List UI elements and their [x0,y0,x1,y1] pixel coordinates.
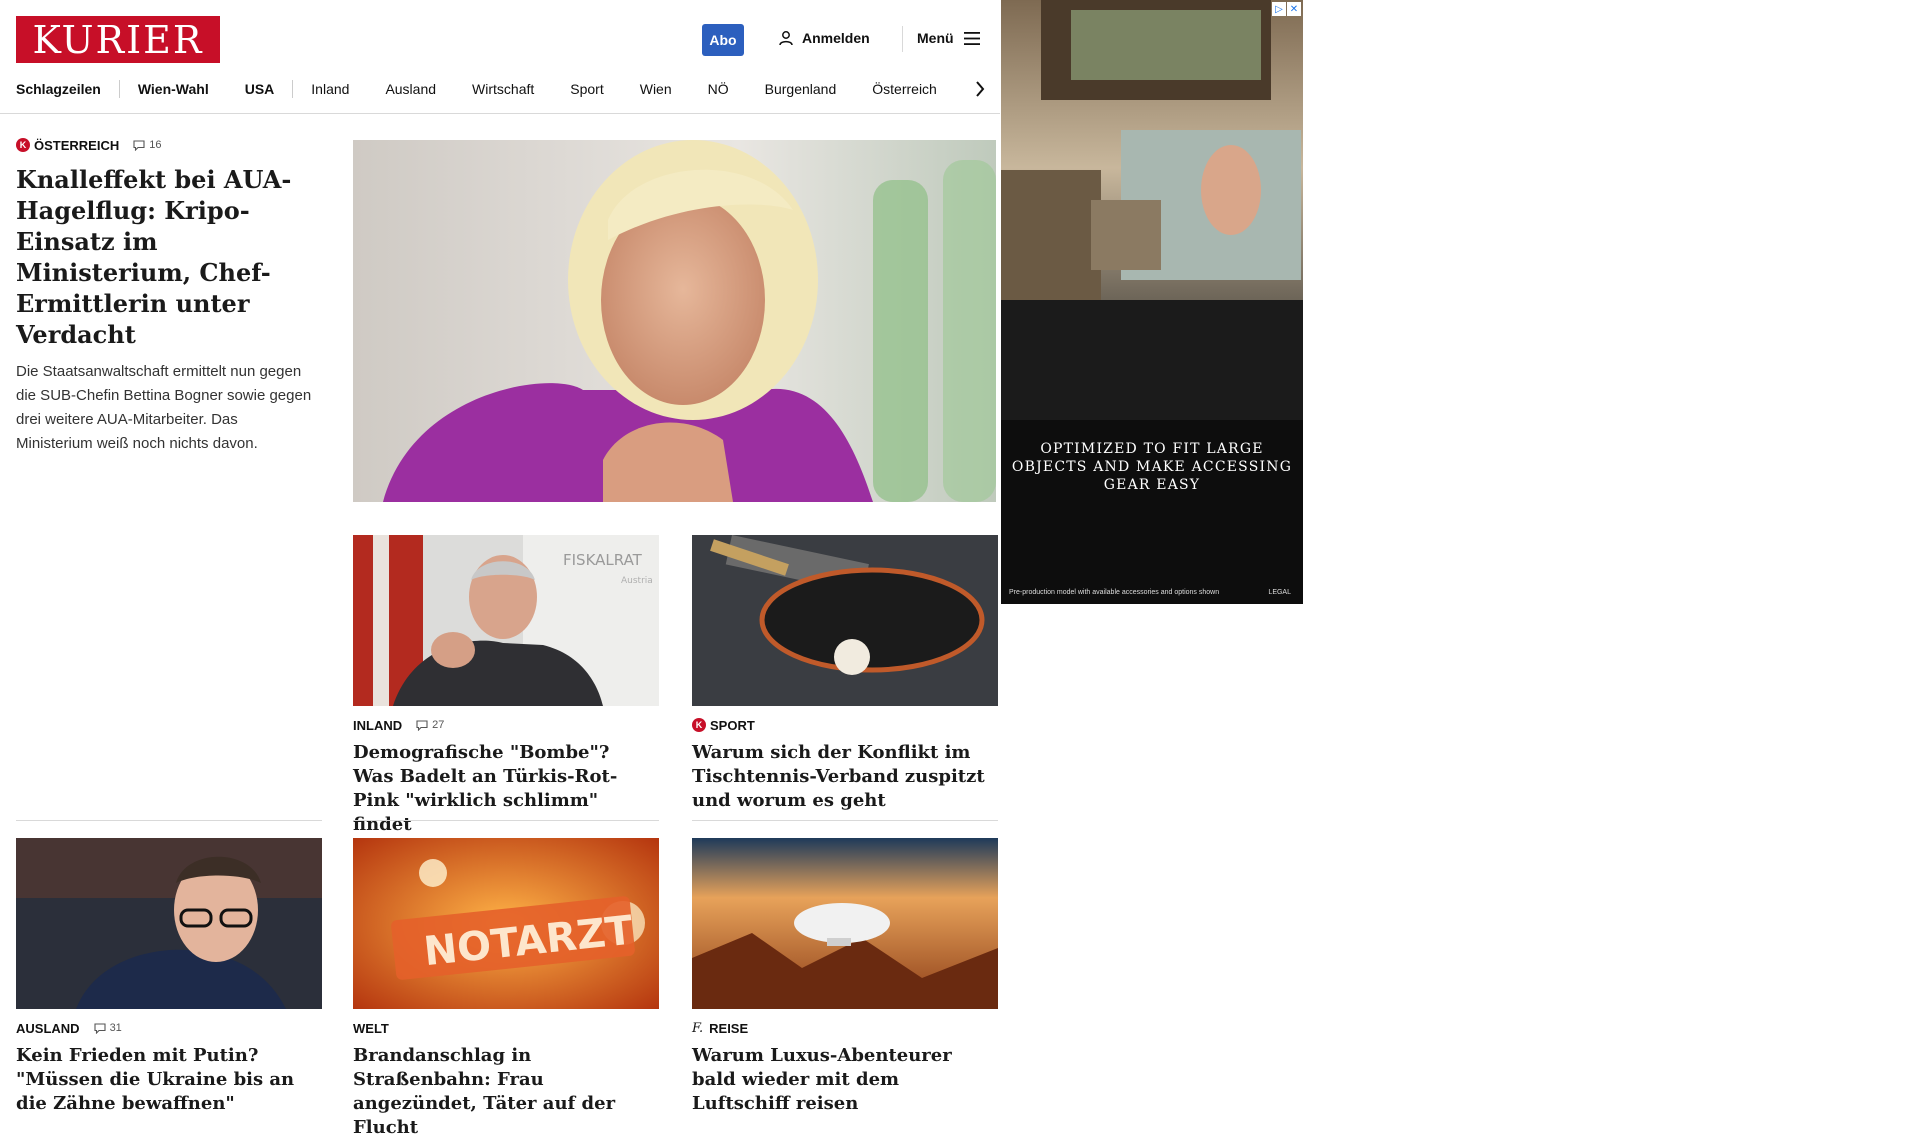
section-nav: Schlagzeilen Wien-Wahl USA Inland Auslan… [16,78,992,100]
comment-count[interactable]: 27 [416,719,444,731]
chevron-right-icon [976,81,985,97]
comment-count[interactable]: 16 [133,139,161,151]
article-kicker: K SPORT [692,717,992,733]
nav-item-wirtschaft[interactable]: Wirtschaft [454,80,552,98]
advertisement[interactable]: ▷ ✕ OPTIMIZED TO FIT LARGE OBJECTS AND M… [1001,0,1303,604]
ad-footnote: Pre-production model with available acce… [1009,589,1220,596]
article-image-badelt[interactable]: FISKALRAT Austria [353,535,659,706]
section-label[interactable]: REISE [709,1021,748,1036]
nav-item-usa[interactable]: USA [227,80,293,98]
close-icon[interactable]: ✕ [1287,2,1301,16]
article-headline[interactable]: Warum Luxus-Abenteurer bald wieder mit d… [692,1044,992,1116]
section-label[interactable]: SPORT [710,718,755,733]
nav-scroll-right-button[interactable] [968,78,992,100]
row-divider [692,820,998,821]
menu-label: Menü [917,30,954,46]
header-divider [902,26,903,52]
article-kicker: WELT [353,1020,653,1036]
article-kicker: AUSLAND 31 [16,1020,316,1036]
user-icon [779,31,793,46]
login-button[interactable]: Anmelden [778,30,870,46]
article-image-stubb[interactable] [16,838,322,1009]
nav-item-ausland[interactable]: Ausland [367,80,454,98]
menu-button[interactable]: Menü [917,30,980,46]
lead-headline[interactable]: Knalleffekt bei AUA-Hagelflug: Kripo-Ein… [16,164,318,350]
nav-item-schlagzeilen[interactable]: Schlagzeilen [16,80,119,98]
lead-article[interactable]: K ÖSTERREICH 16 Knalleffekt bei AUA-Hage… [16,137,318,456]
section-label[interactable]: INLAND [353,718,402,733]
nav-item-wien[interactable]: Wien [622,80,690,98]
article-kicker: INLAND 27 [353,717,653,733]
section-label[interactable]: AUSLAND [16,1021,80,1036]
nav-item-oesterreich[interactable]: Österreich [854,80,955,98]
nav-item-sport[interactable]: Sport [552,80,621,98]
row-divider [16,820,322,821]
hamburger-icon [963,31,980,45]
article-image-tischtennis[interactable] [692,535,998,706]
site-header: KURIER Abo Anmelden Menü Schlagzeilen Wi… [0,0,1000,114]
comment-count-value: 31 [109,1022,122,1034]
login-label: Anmelden [802,30,870,46]
comment-count[interactable]: 31 [94,1022,122,1034]
abo-button[interactable]: Abo [702,24,744,56]
article-card-inland[interactable]: INLAND 27 Demografische "Bombe"? Was Bad… [353,717,653,837]
row-divider [353,820,659,821]
article-headline[interactable]: Demografische "Bombe"? Was Badelt an Tür… [353,741,653,837]
section-label[interactable]: ÖSTERREICH [34,138,119,153]
nav-item-burgenland[interactable]: Burgenland [747,80,855,98]
ad-image [1001,0,1303,420]
article-kicker: f. REISE [692,1020,992,1036]
article-card-reise[interactable]: f. REISE Warum Luxus-Abenteurer bald wie… [692,1020,992,1116]
article-card-sport[interactable]: K SPORT Warum sich der Konflikt im Tisch… [692,717,992,813]
section-label[interactable]: WELT [353,1021,389,1036]
article-image-notarzt[interactable]: NOTARZT [353,838,659,1009]
ad-legal-link[interactable]: LEGAL [1268,589,1291,596]
article-headline[interactable]: Brandanschlag in Straßenbahn: Frau angez… [353,1044,653,1140]
fiskalrat-sub-text: Austria [621,576,653,586]
article-kicker: K ÖSTERREICH 16 [16,137,318,153]
nav-item-wien-wahl[interactable]: Wien-Wahl [120,80,227,98]
kurier-plus-icon: K [692,718,706,732]
logo-text: KURIER [32,17,204,62]
article-image-luftschiff[interactable] [692,838,998,1009]
lead-teaser: Die Staatsanwaltschaft ermittelt nun geg… [16,363,312,452]
ad-headline: OPTIMIZED TO FIT LARGE OBJECTS AND MAKE … [1011,441,1293,493]
kurier-plus-icon: K [16,138,30,152]
comment-icon [133,139,145,151]
lead-image[interactable] [353,140,996,502]
nav-item-inland[interactable]: Inland [293,80,367,98]
kurier-logo[interactable]: KURIER [16,16,220,63]
nav-item-noe[interactable]: NÖ [690,80,747,98]
adchoices-icon[interactable]: ▷ [1272,2,1286,16]
comment-icon [416,719,428,731]
freizeit-icon: f. [692,1020,704,1036]
article-headline[interactable]: Warum sich der Konflikt im Tischtennis-V… [692,741,992,813]
comment-count-value: 27 [432,719,445,731]
article-card-welt[interactable]: WELT Brandanschlag in Straßenbahn: Frau … [353,1020,653,1140]
comment-icon [94,1022,106,1034]
comment-count-value: 16 [149,139,162,151]
ad-controls: ▷ ✕ [1272,2,1301,16]
article-headline[interactable]: Kein Frieden mit Putin? "Müssen die Ukra… [16,1044,316,1116]
article-card-ausland[interactable]: AUSLAND 31 Kein Frieden mit Putin? "Müss… [16,1020,316,1116]
fiskalrat-sign-text: FISKALRAT [563,551,643,569]
